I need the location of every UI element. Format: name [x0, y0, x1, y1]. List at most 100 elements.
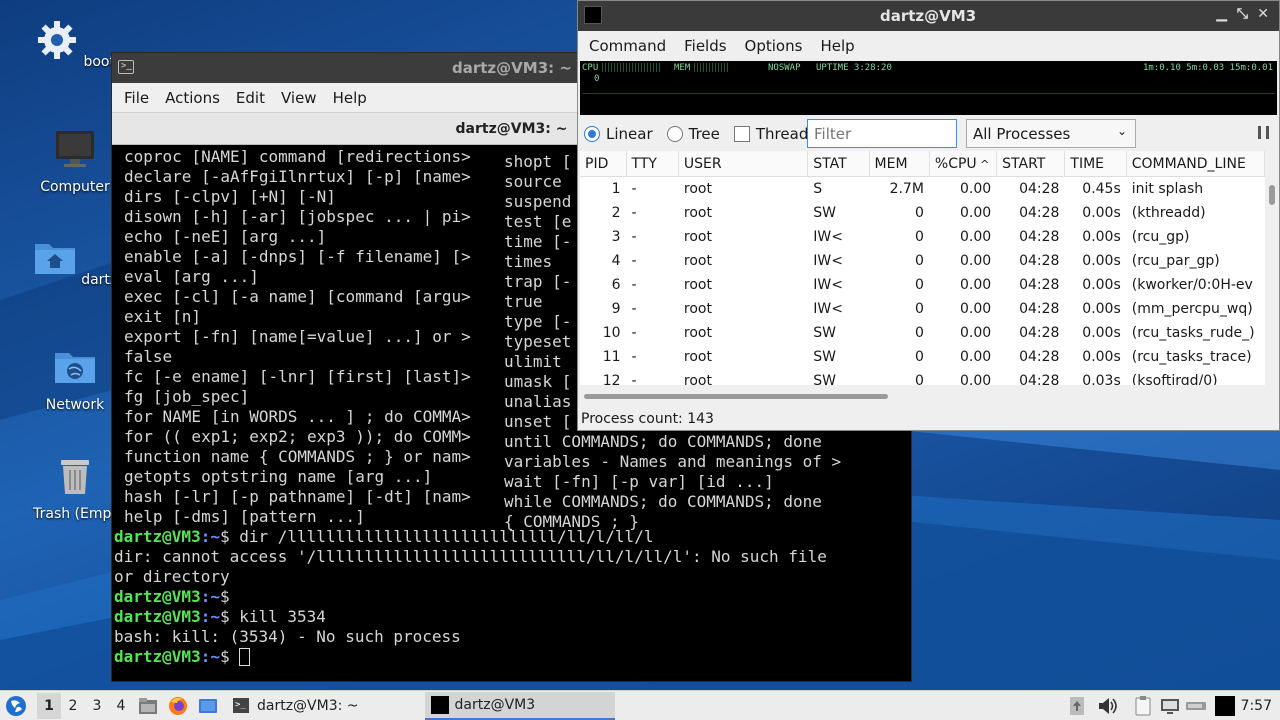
cell-mem: 0	[914, 205, 924, 221]
column-header-time[interactable]: TIME	[1065, 151, 1127, 176]
minimize-button[interactable]: ▁	[1216, 6, 1227, 22]
desktop-icon-boot[interactable]: boot	[25, 18, 125, 70]
cell-mem: 2.7M	[889, 181, 924, 197]
desktop-icon-trash[interactable]: Trash (Empt	[25, 454, 125, 522]
restore-button[interactable]: ⤡	[1237, 6, 1248, 22]
cell-stat: S	[813, 181, 823, 197]
column-header-mem[interactable]: MEM	[870, 151, 930, 176]
cell-pid: 9	[611, 301, 621, 317]
help-line: function name { COMMANDS ; } or nam> vari…	[114, 447, 909, 471]
menu-view[interactable]: View	[273, 89, 325, 107]
start-menu-icon[interactable]	[3, 694, 29, 718]
menu-edit[interactable]: Edit	[228, 89, 273, 107]
column-header-label: COMMAND_LINE	[1131, 156, 1246, 172]
menu-fields[interactable]: Fields	[675, 37, 735, 55]
help-entry: eval [arg ...]	[124, 267, 259, 286]
terminal-line: dartz@VM3:~$	[114, 647, 909, 667]
desktop-icon-network[interactable]: Network	[25, 345, 125, 413]
cell-user: root	[683, 373, 712, 385]
display-icon[interactable]	[1159, 696, 1181, 716]
task-terminal[interactable]: >_ dartz@VM3: ~	[227, 692, 365, 720]
view-tree-label[interactable]: Tree	[689, 125, 720, 143]
help-entry: function name { COMMANDS ; } or nam>	[124, 447, 471, 466]
table-header: PID TTY USER STAT MEM %CPU ^ START TIME COMMAND_…	[580, 151, 1265, 177]
cell-user: root	[683, 325, 712, 341]
pause-icon[interactable]	[1258, 126, 1269, 139]
table-row[interactable]: 11- root SW 0 0.00 04:28 0.00s (rcu_tasks_trace…	[580, 345, 1265, 369]
menu-help[interactable]: Help	[811, 37, 863, 55]
table-row[interactable]: 1- root S 2.7M 0.00 04:28 0.45s init splash	[580, 177, 1265, 201]
show-desktop-icon[interactable]	[197, 695, 219, 717]
menu-actions[interactable]: Actions	[157, 89, 228, 107]
help-entry: false	[124, 347, 173, 366]
network-status-icon[interactable]	[1185, 700, 1209, 712]
file-manager-icon[interactable]	[137, 695, 159, 717]
desktop-icon-computer[interactable]: Computer	[25, 127, 125, 195]
column-header-stat[interactable]: STAT	[808, 151, 870, 176]
workspace-4[interactable]: 4	[109, 698, 133, 714]
prompt-symbol: $	[219, 587, 230, 606]
view-tree-radio[interactable]	[666, 126, 683, 142]
column-header-pid[interactable]: PID	[580, 151, 627, 176]
update-icon[interactable]	[1067, 695, 1087, 717]
column-header-label: PID	[585, 156, 609, 172]
cell-tty: -	[631, 349, 637, 365]
horizontal-scrollbar[interactable]	[584, 394, 888, 399]
process-monitor-window[interactable]: dartz@VM3 ▁ ⤡ ✕ Command Fields Options H…	[577, 0, 1280, 431]
table-row[interactable]: 4- root IW< 0 0.00 04:28 0.00s (rcu_par_gp)	[580, 249, 1265, 273]
cell-pid: 2	[611, 205, 621, 221]
process-table[interactable]: PID TTY USER STAT MEM %CPU ^ START TIME COMMAND_…	[580, 151, 1265, 385]
volume-icon[interactable]	[1097, 696, 1119, 716]
table-row[interactable]: 12- root SW 0 0.00 04:28 0.03s (ksoftirqd/0)	[580, 369, 1265, 385]
cell-command: (rcu_tasks_trace)	[1131, 349, 1252, 365]
column-header-command[interactable]: COMMAND_LINE	[1127, 151, 1265, 176]
menu-help[interactable]: Help	[325, 89, 375, 107]
filter-input[interactable]	[807, 119, 957, 148]
table-row[interactable]: 2- root SW 0 0.00 04:28 0.00s (kthreadd)	[580, 201, 1265, 225]
clock[interactable]: 7:57	[1241, 698, 1272, 714]
app-window-icon	[584, 6, 602, 24]
process-filter-select[interactable]: All Processes ⌄	[966, 119, 1136, 148]
menu-file[interactable]: File	[116, 89, 157, 107]
cell-tty: -	[631, 301, 637, 317]
help-entry: coproc [NAME] command [redirections>	[124, 147, 471, 166]
desktop-icon-home[interactable]: dartz	[25, 236, 125, 288]
table-row[interactable]: 6- root IW< 0 0.00 04:28 0.00s (kworker/0:0H-ev	[580, 273, 1265, 297]
view-linear-label[interactable]: Linear	[606, 125, 653, 143]
cell-mem: 0	[914, 253, 924, 269]
view-linear-radio[interactable]	[584, 126, 600, 142]
cell-start: 04:28	[1019, 349, 1060, 365]
column-header-tty[interactable]: TTY	[627, 151, 679, 176]
cell-tty: -	[631, 229, 637, 245]
table-row[interactable]: 10- root SW 0 0.00 04:28 0.00s (rcu_tasks_rude_…	[580, 321, 1265, 345]
cell-pid: 11	[602, 349, 621, 365]
cell-time: 0.00s	[1082, 253, 1121, 269]
menu-options[interactable]: Options	[736, 37, 812, 55]
column-header-user[interactable]: USER	[679, 151, 809, 176]
thread-label[interactable]: Thread	[756, 125, 808, 143]
help-entry: getopts optstring name [arg ...]	[124, 467, 433, 486]
workspace-1[interactable]: 1	[37, 692, 61, 719]
column-header-cpu[interactable]: %CPU ^	[930, 151, 998, 176]
cell-time: 0.03s	[1082, 373, 1121, 385]
app-tray-icon[interactable]	[1214, 696, 1235, 716]
workspace-3[interactable]: 3	[85, 698, 109, 714]
clipboard-icon[interactable]	[1133, 695, 1153, 717]
firefox-icon[interactable]	[167, 695, 189, 717]
vertical-scrollbar[interactable]	[1269, 177, 1275, 383]
menu-command[interactable]: Command	[580, 37, 675, 55]
thread-checkbox[interactable]	[733, 126, 750, 142]
cell-user: root	[683, 205, 712, 221]
table-row[interactable]: 9- root IW< 0 0.00 04:28 0.00s (mm_percpu_wq)	[580, 297, 1265, 321]
column-header-start[interactable]: START	[997, 151, 1066, 176]
close-button[interactable]: ✕	[1257, 6, 1269, 22]
workspace-2[interactable]: 2	[61, 698, 85, 714]
prompt-path: :~	[200, 647, 220, 666]
cell-time: 0.00s	[1082, 325, 1121, 341]
table-row[interactable]: 3- root IW< 0 0.00 04:28 0.00s (rcu_gp)	[580, 225, 1265, 249]
task-procmon[interactable]: dartz@VM3	[424, 691, 615, 720]
cell-tty: -	[631, 325, 637, 341]
desktop-icon-label: Computer	[40, 179, 110, 195]
procmon-titlebar[interactable]: dartz@VM3 ▁ ⤡ ✕	[578, 1, 1279, 31]
scrollbar-thumb[interactable]	[1269, 185, 1275, 205]
